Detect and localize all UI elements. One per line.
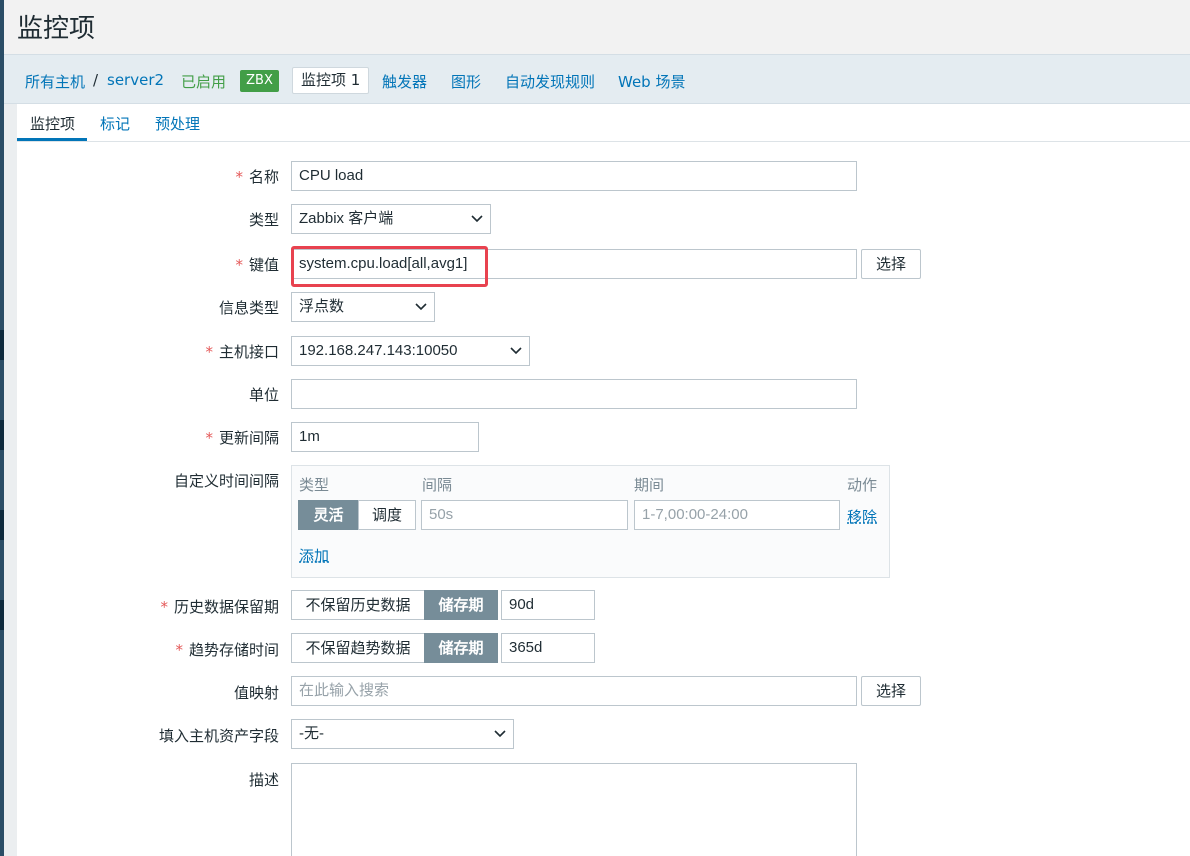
custom-intervals-header-period: 期间 (634, 476, 665, 494)
title-band (4, 0, 1190, 54)
value-map-select-button[interactable]: 选择 (861, 676, 921, 706)
name-input[interactable]: CPU load (291, 161, 857, 191)
inventory-select[interactable]: -无- (291, 719, 514, 749)
custom-intervals-header-type: 类型 (299, 476, 330, 494)
key-select-button[interactable]: 选择 (861, 249, 921, 279)
tab-tags[interactable]: 标记 (100, 113, 130, 134)
info-type-select[interactable]: 浮点数 (291, 292, 435, 322)
units-input[interactable] (291, 379, 857, 409)
key-label: * 键值 (235, 256, 279, 274)
tab-item[interactable]: 监控项 (30, 113, 75, 134)
chevron-down-icon (510, 347, 522, 355)
name-label: * 名称 (235, 168, 279, 186)
nav-graphs[interactable]: 图形 (451, 71, 481, 92)
history-storage-toggle[interactable]: 储存期 (424, 590, 498, 620)
host-navigation: 所有主机 / server2 已启用 ZBX 监控项 1 触发器 图形 自动发现… (4, 54, 1190, 104)
type-select[interactable]: Zabbix 客户端 (291, 204, 491, 234)
breadcrumb-separator: / (93, 71, 99, 89)
inventory-select-value: -无- (299, 725, 324, 742)
host-interface-select[interactable]: 192.168.247.143:10050 (291, 336, 530, 366)
custom-intervals-table: 类型 间隔 期间 动作 灵活 调度 50s 1-7,00:00-24:00 移除… (291, 465, 890, 578)
zbx-availability-badge: ZBX (240, 70, 279, 92)
sidebar-marker (0, 420, 4, 450)
form-tabs: 监控项 标记 预处理 (17, 104, 1190, 142)
item-form-panel: 监控项 标记 预处理 * 名称 CPU load 类型 Zabbix 客户端 * 键… (17, 104, 1190, 856)
trends-label: * 趋势存储时间 (175, 641, 279, 659)
units-label: 单位 (248, 386, 279, 404)
history-label: * 历史数据保留期 (160, 598, 279, 616)
nav-discovery-rules[interactable]: 自动发现规则 (505, 71, 595, 92)
breadcrumb-all-hosts[interactable]: 所有主机 (25, 71, 85, 92)
sidebar-marker (0, 330, 4, 360)
host-interface-label: * 主机接口 (205, 343, 279, 361)
info-type-select-value: 浮点数 (299, 298, 345, 315)
value-map-label: 值映射 (233, 684, 279, 702)
custom-period-input[interactable]: 1-7,00:00-24:00 (634, 500, 840, 530)
key-highlight-annotation (291, 246, 488, 287)
custom-interval-input[interactable]: 50s (421, 500, 628, 530)
custom-intervals-header-action: 动作 (847, 476, 878, 494)
nav-triggers[interactable]: 触发器 (382, 71, 427, 92)
host-status-enabled[interactable]: 已启用 (181, 71, 226, 92)
history-period-input[interactable]: 90d (501, 590, 595, 620)
nav-web-scenarios[interactable]: Web 场景 (618, 71, 685, 92)
inventory-label: 填入主机资产字段 (158, 727, 279, 745)
type-label: 类型 (248, 211, 279, 229)
info-type-label: 信息类型 (218, 299, 279, 317)
chevron-down-icon (494, 730, 506, 738)
remove-interval-link[interactable]: 移除 (847, 506, 877, 527)
interval-type-flexible[interactable]: 灵活 (298, 500, 359, 530)
nav-items-tab[interactable]: 监控项 1 (292, 67, 370, 94)
custom-intervals-label: 自定义时间间隔 (173, 472, 279, 490)
host-interface-select-value: 192.168.247.143:10050 (299, 342, 458, 359)
trends-period-input[interactable]: 365d (501, 633, 595, 663)
left-sidebar-edge (0, 0, 4, 856)
add-interval-link[interactable]: 添加 (299, 545, 329, 566)
interval-type-scheduling[interactable]: 调度 (358, 500, 416, 530)
page-title: 监控项 (17, 14, 96, 44)
history-no-keep-toggle[interactable]: 不保留历史数据 (291, 590, 425, 620)
breadcrumb-host[interactable]: server2 (107, 71, 164, 89)
sidebar-marker (0, 600, 4, 630)
custom-intervals-header-interval: 间隔 (422, 476, 453, 494)
type-select-value: Zabbix 客户端 (299, 210, 394, 227)
chevron-down-icon (471, 215, 483, 223)
trends-no-keep-toggle[interactable]: 不保留趋势数据 (291, 633, 425, 663)
trends-storage-toggle[interactable]: 储存期 (424, 633, 498, 663)
tab-preprocessing[interactable]: 预处理 (155, 113, 200, 134)
update-interval-label: * 更新间隔 (205, 429, 279, 447)
sidebar-marker (0, 510, 4, 540)
update-interval-input[interactable]: 1m (291, 422, 479, 452)
chevron-down-icon (415, 303, 427, 311)
description-textarea[interactable] (291, 763, 857, 856)
description-label: 描述 (248, 771, 279, 789)
value-map-search-input[interactable]: 在此输入搜索 (291, 676, 857, 706)
active-tab-underline (17, 138, 87, 141)
